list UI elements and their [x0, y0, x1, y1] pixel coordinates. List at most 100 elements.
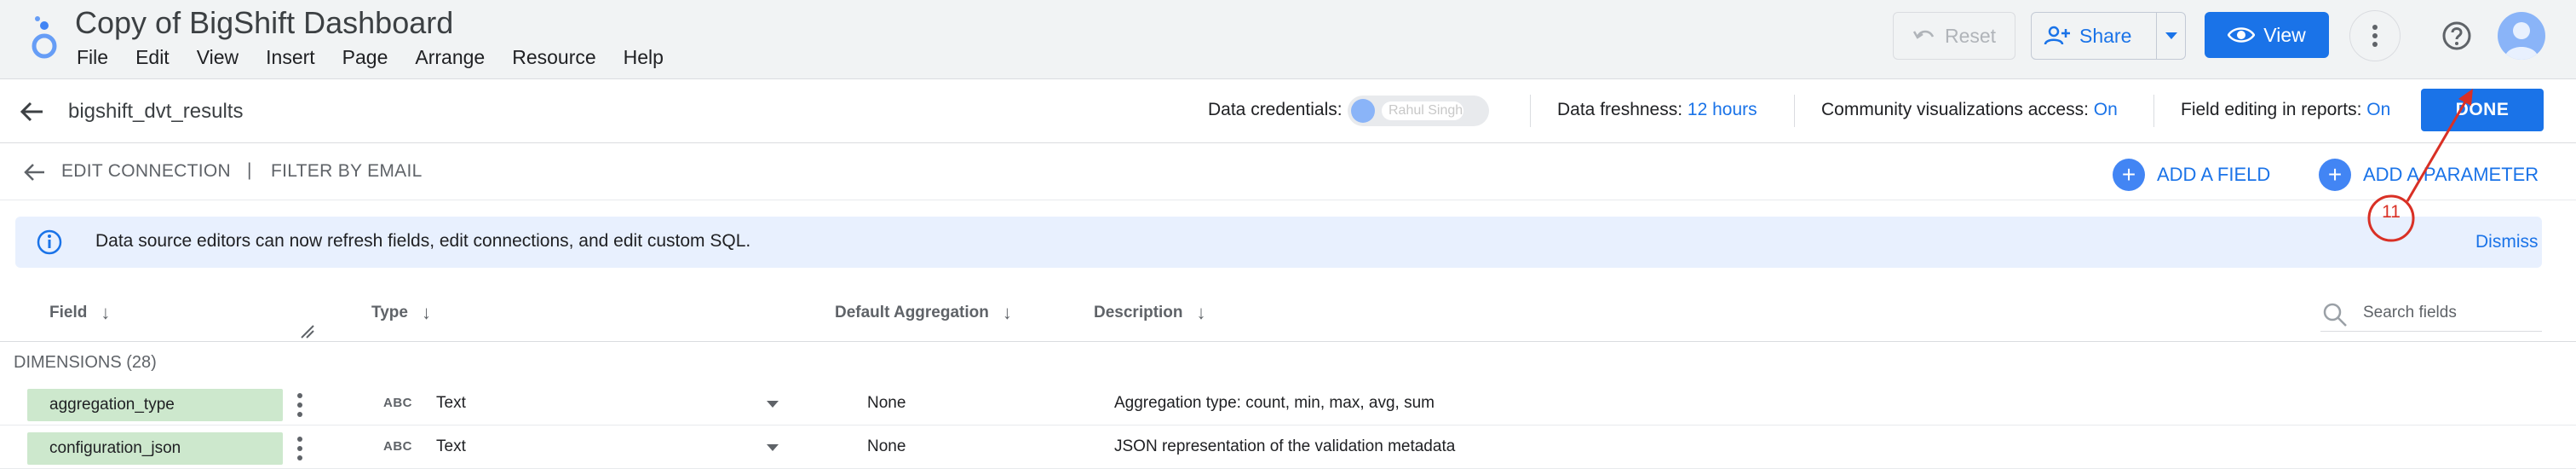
- banner-message: Data source editors can now refresh fiel…: [95, 231, 751, 251]
- add-icon: +: [2113, 159, 2145, 191]
- step-annotation-number: 11: [2382, 202, 2401, 222]
- share-label: Share: [2079, 24, 2132, 47]
- menu-page[interactable]: Page: [342, 46, 388, 69]
- menu-resource[interactable]: Resource: [512, 46, 595, 69]
- text-type-icon: ABC: [383, 439, 412, 454]
- search-fields-input[interactable]: [2363, 304, 2533, 322]
- menu-help[interactable]: Help: [624, 46, 664, 69]
- menu-file[interactable]: File: [77, 46, 108, 69]
- column-resize-icon[interactable]: [298, 322, 315, 339]
- community-label: Community visualizations access:: [1821, 100, 2089, 119]
- add-field-button[interactable]: + ADD A FIELD: [2113, 159, 2270, 191]
- dismiss-button[interactable]: Dismiss: [2475, 232, 2539, 252]
- add-field-label: ADD A FIELD: [2157, 164, 2271, 185]
- add-icon: +: [2319, 159, 2351, 191]
- column-field-label: Field: [49, 304, 88, 321]
- search-fields: [2320, 298, 2542, 332]
- community-visualizations: Community visualizations access: On: [1821, 100, 2118, 120]
- menu-edit[interactable]: Edit: [135, 46, 170, 69]
- view-button[interactable]: View: [2205, 12, 2329, 58]
- caret-down-icon: [2165, 32, 2177, 39]
- field-name-chip[interactable]: configuration_json: [27, 432, 283, 465]
- report-title[interactable]: Copy of BigShift Dashboard: [75, 5, 453, 41]
- reset-label: Reset: [1944, 24, 1997, 47]
- column-header-field[interactable]: Field ↓: [49, 302, 110, 324]
- sort-arrow-icon: ↓: [421, 302, 431, 323]
- help-button[interactable]: [2438, 17, 2475, 55]
- back-arrow-icon[interactable]: [22, 159, 48, 185]
- column-type-label: Type: [371, 304, 408, 321]
- add-parameter-button[interactable]: + ADD A PARAMETER: [2319, 159, 2539, 191]
- more-vert-icon: [2372, 25, 2378, 47]
- help-icon: [2442, 21, 2471, 50]
- divider: [1794, 95, 1795, 127]
- column-header-type[interactable]: Type ↓: [371, 302, 431, 324]
- edit-toolbar: EDIT CONNECTION | FILTER BY EMAIL + ADD …: [0, 143, 2576, 200]
- done-button[interactable]: DONE: [2421, 89, 2544, 131]
- share-button[interactable]: Share: [2032, 25, 2156, 48]
- add-person-icon: [2044, 26, 2070, 45]
- more-options-button[interactable]: [2349, 10, 2401, 61]
- account-avatar[interactable]: [2498, 12, 2545, 60]
- column-header-description[interactable]: Description ↓: [1094, 302, 1206, 324]
- sort-arrow-icon: ↓: [1196, 302, 1206, 323]
- info-icon: [37, 229, 62, 255]
- search-icon: [2323, 303, 2347, 327]
- freshness-label: Data freshness:: [1557, 100, 1683, 119]
- table-row: aggregation_type ABC Text None Aggregati…: [0, 382, 2576, 426]
- caret-down-icon[interactable]: [767, 401, 779, 408]
- description-value[interactable]: Aggregation type: count, min, max, avg, …: [1114, 394, 1435, 413]
- description-value[interactable]: JSON representation of the validation me…: [1114, 437, 1455, 456]
- back-arrow-icon[interactable]: [19, 98, 46, 125]
- edit-connection-button[interactable]: EDIT CONNECTION: [61, 161, 231, 182]
- reset-icon: [1912, 30, 1935, 39]
- divider: [1530, 95, 1531, 127]
- info-banner: Data source editors can now refresh fiel…: [15, 217, 2542, 268]
- view-label: View: [2263, 23, 2306, 46]
- editing-value-link[interactable]: On: [2366, 100, 2390, 119]
- dimensions-section-label: DIMENSIONS (28): [14, 353, 157, 372]
- text-type-icon: ABC: [383, 396, 412, 410]
- credentials-user: Rahul Singh: [1382, 101, 1463, 120]
- datasource-bar: bigshift_dvt_results Data credentials: R…: [0, 79, 2576, 143]
- share-button-group: Share: [2031, 12, 2186, 60]
- toolbar-separator: |: [247, 160, 252, 180]
- aggregation-value[interactable]: None: [867, 437, 906, 456]
- sort-arrow-icon: ↓: [1002, 302, 1012, 323]
- person-icon: [2504, 22, 2539, 60]
- type-select[interactable]: Text: [436, 394, 466, 413]
- menu-insert[interactable]: Insert: [266, 46, 315, 69]
- looker-studio-logo-icon: [32, 16, 57, 59]
- fields-table-header: Field ↓ Type ↓ Default Aggregation ↓ Des…: [0, 290, 2576, 342]
- credentials-avatar: [1351, 99, 1375, 123]
- type-select[interactable]: Text: [436, 437, 466, 456]
- field-name-chip[interactable]: aggregation_type: [27, 389, 283, 421]
- menu-view[interactable]: View: [197, 46, 239, 69]
- community-value-link[interactable]: On: [2094, 100, 2118, 119]
- app-header: Copy of BigShift Dashboard File Edit Vie…: [0, 0, 2576, 79]
- filter-by-email-button[interactable]: FILTER BY EMAIL: [271, 161, 423, 182]
- more-vert-icon[interactable]: [295, 392, 305, 418]
- column-aggregation-label: Default Aggregation: [835, 304, 989, 321]
- datasource-name[interactable]: bigshift_dvt_results: [68, 100, 243, 124]
- sort-arrow-icon: ↓: [101, 302, 111, 323]
- eye-icon: [2228, 27, 2256, 43]
- aggregation-value[interactable]: None: [867, 394, 906, 413]
- table-row: configuration_json ABC Text None JSON re…: [0, 426, 2576, 469]
- menu-bar: File Edit View Insert Page Arrange Resou…: [77, 46, 691, 69]
- add-parameter-label: ADD A PARAMETER: [2363, 164, 2539, 185]
- divider: [2153, 95, 2154, 127]
- menu-arrange[interactable]: Arrange: [415, 46, 485, 69]
- caret-down-icon[interactable]: [767, 444, 779, 451]
- share-dropdown-button[interactable]: [2157, 32, 2185, 39]
- more-vert-icon[interactable]: [295, 436, 305, 461]
- data-freshness: Data freshness: 12 hours: [1557, 100, 1757, 120]
- column-header-aggregation[interactable]: Default Aggregation ↓: [835, 302, 1012, 324]
- column-description-label: Description: [1094, 304, 1183, 321]
- credentials-chip[interactable]: Rahul Singh: [1348, 96, 1489, 126]
- reset-button[interactable]: Reset: [1893, 12, 2015, 60]
- credentials-label: Data credentials:: [1208, 100, 1343, 119]
- editing-label: Field editing in reports:: [2181, 100, 2362, 119]
- freshness-value-link[interactable]: 12 hours: [1688, 100, 1757, 119]
- field-editing: Field editing in reports: On: [2181, 100, 2390, 120]
